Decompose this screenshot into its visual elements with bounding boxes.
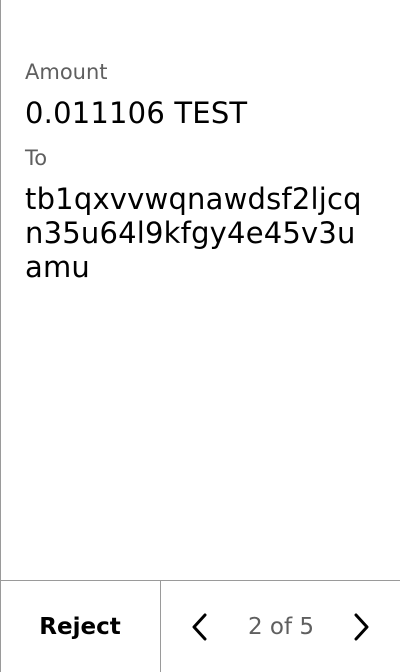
- reject-button[interactable]: Reject: [0, 581, 160, 672]
- pager: 2 of 5: [161, 581, 400, 672]
- chevron-left-icon: [192, 613, 207, 641]
- to-label: To: [25, 146, 48, 170]
- left-border: [0, 0, 1, 672]
- amount-label: Amount: [25, 60, 108, 84]
- amount-value: 0.011106 TEST: [25, 96, 248, 130]
- footer-bar: Reject 2 of 5: [0, 580, 400, 672]
- next-page-button[interactable]: [343, 609, 379, 645]
- to-address: tb1qxvvwqnawdsf2ljcqn35u64l9kfgy4e45v3ua…: [25, 182, 362, 284]
- chevron-right-icon: [354, 613, 369, 641]
- page-indicator: 2 of 5: [247, 614, 315, 640]
- previous-page-button[interactable]: [182, 609, 218, 645]
- transaction-details: Amount 0.011106 TEST To tb1qxvvwqnawdsf2…: [25, 58, 375, 284]
